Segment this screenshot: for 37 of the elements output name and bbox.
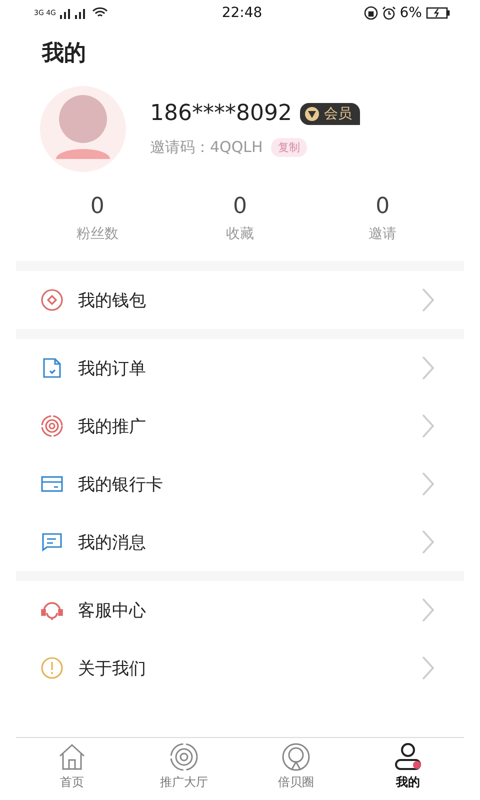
stat-value: 0 xyxy=(90,194,104,219)
member-badge: 会员 xyxy=(300,102,360,124)
tab[interactable]: 推广大厅 xyxy=(128,738,240,800)
stat-value: 0 xyxy=(232,194,247,219)
stat-value: 0 xyxy=(376,194,390,219)
chevron-right-icon xyxy=(422,530,434,554)
document-icon xyxy=(40,356,64,380)
chevron-right-icon xyxy=(422,656,434,680)
chevron-right-icon xyxy=(422,414,434,438)
chevron-right-icon xyxy=(422,288,434,312)
chevron-right-icon xyxy=(422,598,434,622)
stat-label: 粉丝数 xyxy=(76,225,118,243)
diamond-circle-icon xyxy=(40,288,64,312)
alarm-icon xyxy=(382,6,396,20)
target-icon xyxy=(169,742,199,772)
tab[interactable]: 我的 xyxy=(352,738,464,800)
stat-label: 邀请 xyxy=(368,225,397,243)
phone-number: 186****8092 xyxy=(150,101,292,126)
clock-time: 22:48 xyxy=(222,5,262,21)
rotation-lock-icon xyxy=(364,6,378,20)
info-icon xyxy=(40,656,64,680)
signal-icon xyxy=(60,7,88,19)
battery-charging-icon xyxy=(426,7,450,19)
page-title: 我的 xyxy=(40,40,87,68)
target-icon xyxy=(40,414,64,438)
tab[interactable]: 首页 xyxy=(16,738,128,800)
tab[interactable]: 倍贝圈 xyxy=(240,738,352,800)
stat-label: 收藏 xyxy=(226,225,254,243)
chat-icon xyxy=(40,530,64,554)
invite-code: 邀请码：4QQLH xyxy=(150,138,263,157)
pin-circle-icon xyxy=(281,742,311,772)
user-icon xyxy=(393,742,423,772)
chevron-right-icon xyxy=(422,472,434,496)
house-icon xyxy=(57,742,87,772)
wifi-icon xyxy=(92,7,108,19)
chevron-right-icon xyxy=(422,356,434,380)
battery-percent: 6% xyxy=(400,5,422,21)
